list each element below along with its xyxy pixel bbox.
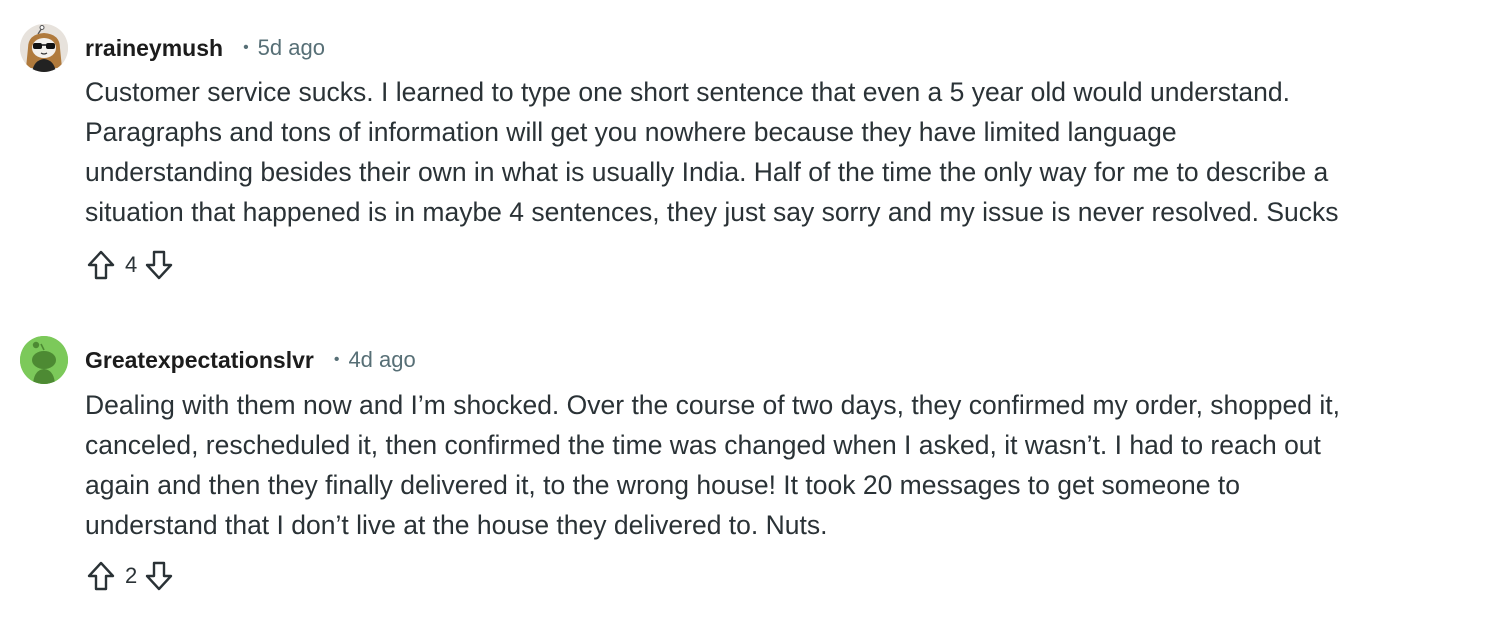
user-avatar[interactable] bbox=[20, 336, 68, 384]
comment-line: again and then they finally delivered it… bbox=[85, 470, 1240, 500]
meta-separator: • bbox=[243, 39, 249, 56]
vote-bar: 2 bbox=[85, 559, 175, 593]
downvote-arrow-icon bbox=[146, 250, 173, 280]
avatar-snoo-icon bbox=[20, 336, 68, 384]
username[interactable]: Greatexpectationslvr bbox=[85, 347, 314, 374]
comment-line: understand that I don’t live at the hous… bbox=[85, 510, 828, 540]
comment-line: Dealing with them now and I’m shocked. O… bbox=[85, 390, 1340, 420]
comment-line: canceled, rescheduled it, then confirmed… bbox=[85, 430, 1321, 460]
vote-score: 4 bbox=[125, 252, 138, 277]
downvote-button[interactable] bbox=[143, 248, 175, 282]
comment-line: Paragraphs and tons of information will … bbox=[85, 117, 1177, 147]
timestamp[interactable]: 4d ago bbox=[348, 347, 415, 373]
comment-body: Dealing with them now and I’m shocked. O… bbox=[85, 385, 1475, 545]
comment-body: Customer service sucks. I learned to typ… bbox=[85, 72, 1475, 232]
downvote-arrow-icon bbox=[146, 561, 173, 591]
timestamp[interactable]: 5d ago bbox=[258, 35, 325, 61]
comment-line: Customer service sucks. I learned to typ… bbox=[85, 77, 1290, 107]
comment-line: understanding besides their own in what … bbox=[85, 157, 1329, 187]
comment-line: situation that happened is in maybe 4 se… bbox=[85, 197, 1339, 227]
vote-bar: 4 bbox=[85, 248, 175, 282]
comment-meta: Greatexpectationslvr • 4d ago bbox=[85, 345, 416, 375]
upvote-button[interactable] bbox=[85, 248, 117, 282]
avatar-sunglasses-icon bbox=[20, 24, 68, 72]
comment-meta: rraineymush • 5d ago bbox=[85, 33, 325, 63]
meta-separator: • bbox=[333, 351, 340, 368]
downvote-button[interactable] bbox=[143, 559, 175, 593]
username[interactable]: rraineymush bbox=[85, 35, 223, 62]
vote-score: 2 bbox=[125, 563, 138, 588]
user-avatar[interactable] bbox=[20, 24, 68, 72]
upvote-arrow-icon bbox=[87, 561, 115, 591]
upvote-arrow-icon bbox=[87, 250, 115, 280]
upvote-button[interactable] bbox=[85, 559, 117, 593]
